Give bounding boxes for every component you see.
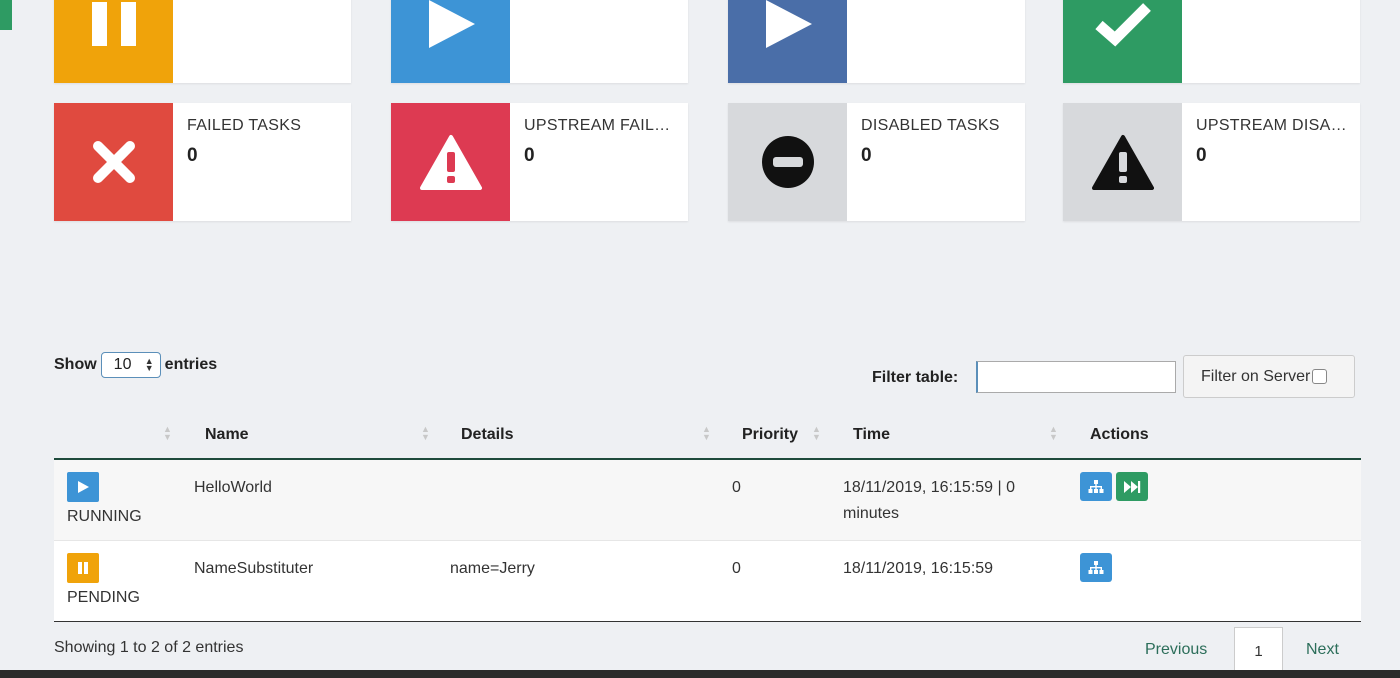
show-dependency-graph-button[interactable] — [1080, 553, 1112, 582]
window-bottom-bar — [0, 670, 1400, 678]
sidebar-edge — [0, 0, 12, 30]
status-label: RUNNING — [67, 508, 142, 525]
header-priority[interactable]: Priority — [742, 412, 798, 458]
status-label: PENDING — [67, 589, 140, 606]
header-time[interactable]: Time — [853, 412, 890, 458]
filter-on-server-button[interactable]: Filter on Server — [1183, 355, 1355, 398]
task-table: ▲ ▼ Name ▲ ▼ Details ▲ ▼ Priority ▲ ▼ Time ▲… — [54, 412, 1361, 622]
show-dependency-graph-button[interactable] — [1080, 472, 1112, 501]
card-title: UPSTREAM DISABLED — [1196, 117, 1351, 134]
pagination-page-1[interactable]: 1 — [1234, 627, 1283, 672]
table-row: RUNNING HelloWorld 0 18/11/2019, 16:15:5… — [54, 460, 1361, 541]
entries-length-control: Show 10 ▲ ▼ entries — [54, 352, 217, 378]
pagination-next[interactable]: Next — [1306, 641, 1339, 659]
play-icon — [728, 0, 847, 83]
entries-select-value: 10 — [113, 356, 132, 373]
fast-forward-button[interactable] — [1116, 472, 1148, 501]
task-details: name=Jerry — [450, 560, 535, 577]
warning-icon — [391, 103, 510, 221]
card-title: UPSTREAM FAILURE — [524, 117, 679, 134]
sort-icon[interactable]: ▲ ▼ — [163, 425, 172, 442]
filter-table-input[interactable] — [976, 361, 1176, 393]
task-time-line: minutes — [843, 505, 900, 522]
check-icon — [1063, 0, 1182, 83]
card-count: 0 — [861, 145, 872, 166]
task-time-line: 18/11/2019, 16:15:59 | 0 — [843, 479, 1016, 496]
header-name[interactable]: Name — [205, 412, 249, 458]
card-count: 0 — [1196, 145, 1207, 166]
play-icon — [67, 472, 99, 502]
card-upstream-disabled[interactable]: UPSTREAM DISABLED 0 — [1063, 103, 1360, 221]
card-running-tasks[interactable]: 1 — [391, 0, 688, 83]
card-title: DISABLED TASKS — [861, 117, 1000, 134]
close-icon — [54, 103, 173, 221]
sort-icon[interactable]: ▲ ▼ — [812, 425, 821, 442]
card-disabled-tasks[interactable]: DISABLED TASKS 0 — [728, 103, 1025, 221]
dependency-graph-icon — [1088, 560, 1104, 574]
play-icon — [391, 0, 510, 83]
sort-icon[interactable]: ▲ ▼ — [702, 425, 711, 442]
fast-forward-icon — [1124, 480, 1141, 493]
sort-icon[interactable]: ▲ ▼ — [421, 425, 430, 442]
dependency-graph-icon — [1088, 479, 1104, 493]
task-time: 18/11/2019, 16:15:59 — [843, 556, 993, 582]
filter-table-label: Filter table: — [872, 369, 959, 386]
minus-circle-icon — [728, 103, 847, 221]
filter-on-server-label: Filter on Server — [1201, 367, 1311, 385]
sort-icon[interactable]: ▲ ▼ — [1049, 425, 1058, 442]
card-pending-tasks[interactable]: 1 — [54, 0, 351, 83]
header-details[interactable]: Details — [461, 412, 513, 458]
table-info: Showing 1 to 2 of 2 entries — [54, 639, 244, 656]
table-header: ▲ ▼ Name ▲ ▼ Details ▲ ▼ Priority ▲ ▼ Time ▲… — [54, 412, 1361, 460]
card-title: FAILED TASKS — [187, 117, 302, 134]
card-upstream-failure[interactable]: UPSTREAM FAILURE 0 — [391, 103, 688, 221]
card-done-tasks[interactable]: 0 — [1063, 0, 1360, 83]
task-priority: 0 — [732, 479, 741, 496]
pause-icon — [54, 0, 173, 83]
table-row: PENDING NameSubstituter name=Jerry 0 18/… — [54, 541, 1361, 622]
show-label: Show — [54, 356, 97, 373]
card-batch-running-tasks[interactable]: 0 — [728, 0, 1025, 83]
card-count: 0 — [187, 145, 198, 166]
task-name: NameSubstituter — [194, 560, 314, 577]
card-count: 0 — [524, 145, 535, 166]
card-failed-tasks[interactable]: FAILED TASKS 0 — [54, 103, 351, 221]
entries-select[interactable]: 10 ▲ ▼ — [100, 352, 161, 378]
entries-label: entries — [164, 356, 218, 373]
filter-on-server-checkbox[interactable] — [1312, 369, 1328, 384]
task-time: 18/11/2019, 16:15:59 | 0 minutes — [843, 475, 1015, 527]
header-actions: Actions — [1090, 426, 1149, 443]
pagination-previous[interactable]: Previous — [1145, 641, 1207, 659]
select-arrows-icon: ▲ ▼ — [144, 356, 154, 373]
warning-icon — [1063, 103, 1182, 221]
task-time-line: 18/11/2019, 16:15:59 — [843, 560, 994, 577]
task-priority: 0 — [732, 560, 741, 577]
pause-icon — [67, 553, 99, 583]
task-name: HelloWorld — [194, 479, 272, 496]
